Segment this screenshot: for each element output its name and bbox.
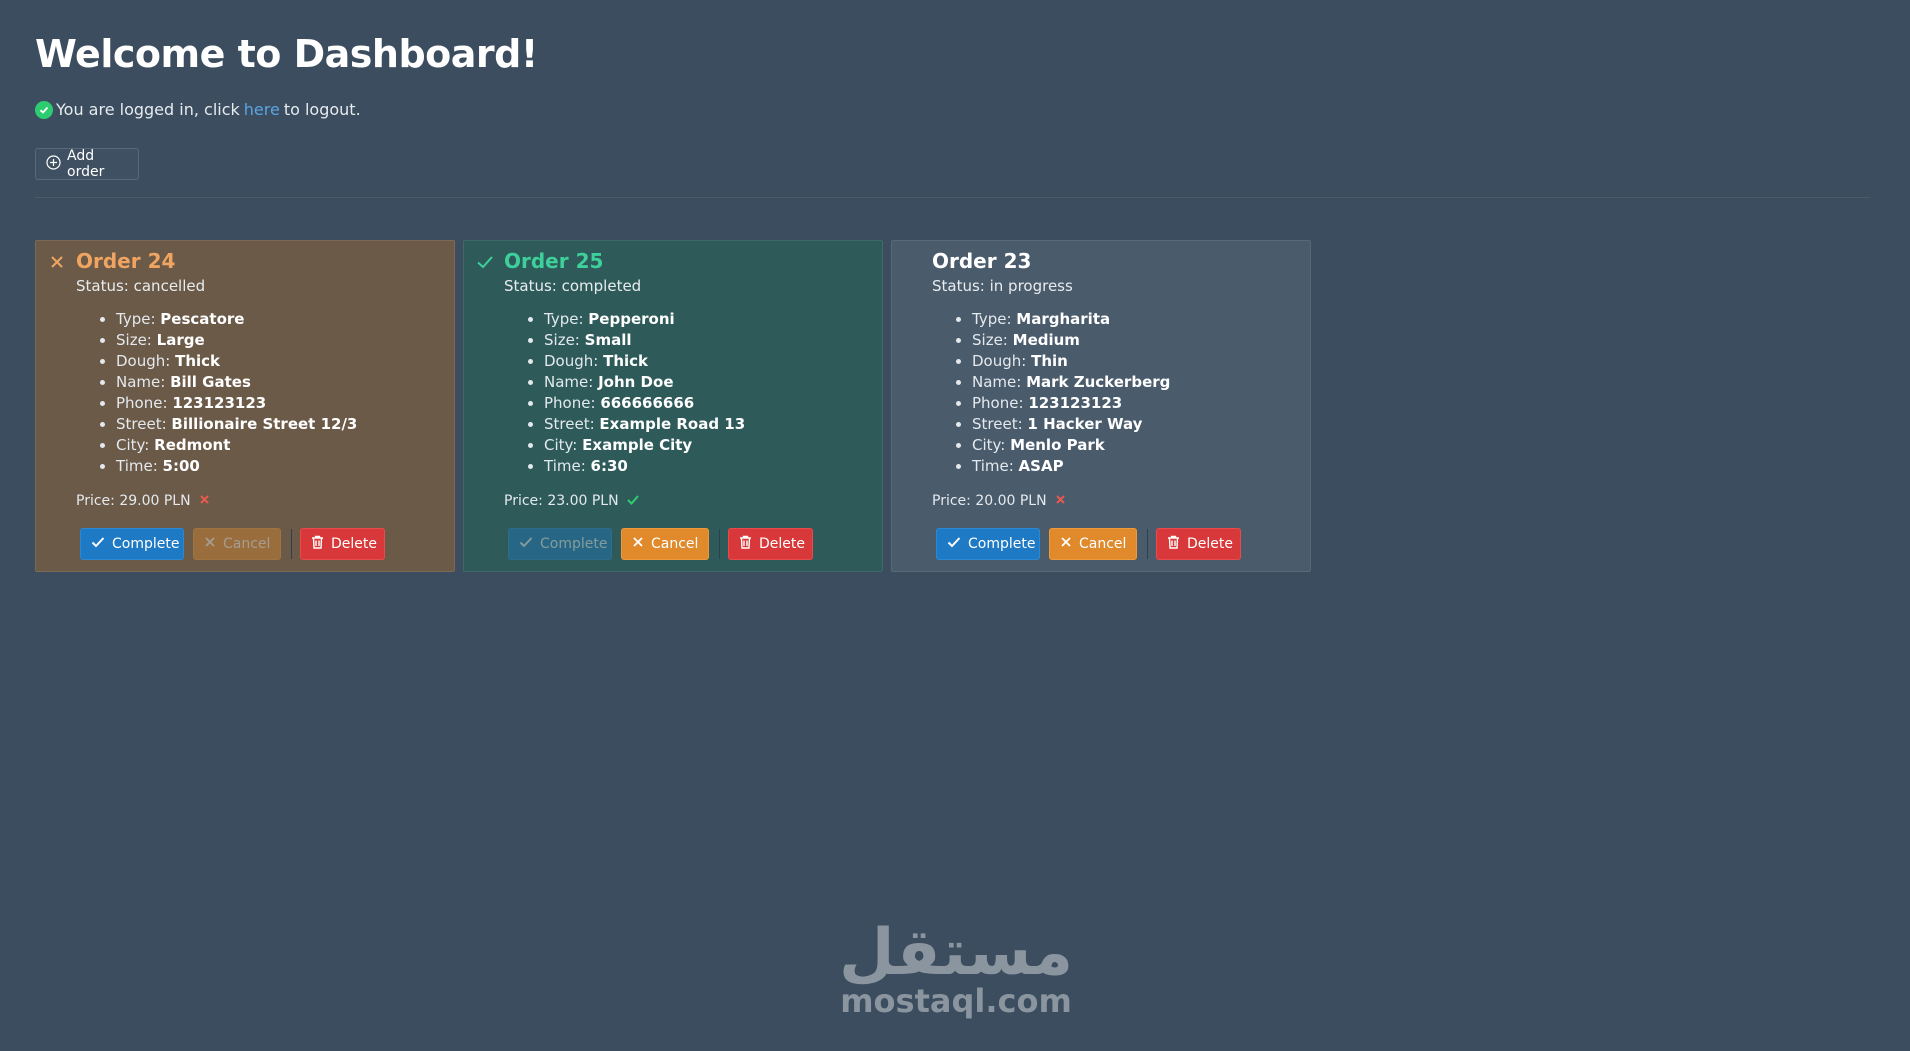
divider (35, 197, 1870, 198)
detail-city: City: Menlo Park (972, 435, 1170, 456)
order-details: Type: Margharita Size: Medium Dough: Thi… (972, 309, 1170, 477)
order-status: Status: completed (504, 277, 642, 295)
delete-label: Delete (759, 536, 805, 552)
order-status: Status: cancelled (76, 277, 206, 295)
order-title: Order 25 (504, 249, 604, 273)
check-icon (519, 535, 533, 553)
order-title: Order 23 (932, 249, 1032, 273)
login-status-suffix: to logout. (283, 100, 361, 119)
check-icon (91, 535, 105, 553)
detail-time: Time: 6:30 (544, 456, 745, 477)
close-icon (204, 536, 216, 552)
detail-time: Time: ASAP (972, 456, 1170, 477)
cancel-label: Cancel (1079, 536, 1127, 552)
logout-link[interactable]: here (244, 100, 280, 119)
watermark-latin: mostaql.com (840, 982, 1072, 1020)
complete-label: Complete (540, 536, 608, 552)
watermark-arabic: مستقل (838, 916, 1074, 990)
add-order-label: Add order (67, 148, 105, 180)
cancel-button[interactable]: Cancel (1049, 528, 1137, 560)
paid-check-icon (626, 493, 639, 509)
delete-button[interactable]: Delete (300, 528, 385, 560)
detail-name: Name: John Doe (544, 372, 745, 393)
detail-name: Name: Mark Zuckerberg (972, 372, 1170, 393)
page-title: Welcome to Dashboard! (35, 32, 538, 76)
price-label: Price: 20.00 PLN (932, 493, 1047, 509)
order-card: Order 25 Status: completed Type: Peppero… (463, 240, 883, 572)
detail-type: Type: Margharita (972, 309, 1170, 330)
detail-dough: Dough: Thick (116, 351, 357, 372)
detail-phone: Phone: 123123123 (972, 393, 1170, 414)
price-label: Price: 29.00 PLN (76, 493, 191, 509)
watermark-logo: مستقل mostaql.com (838, 918, 1074, 1020)
login-status: You are logged in, click here to logout. (35, 100, 361, 119)
button-separator (1147, 529, 1148, 559)
trash-icon (1167, 535, 1180, 553)
button-separator (719, 529, 720, 559)
unpaid-x-icon (1055, 493, 1066, 509)
order-card: Order 24 Status: cancelled Type: Pescato… (35, 240, 455, 572)
order-title: Order 24 (76, 249, 176, 273)
cancel-button[interactable]: Cancel (621, 528, 709, 560)
close-icon (1060, 536, 1072, 552)
check-circle-icon (35, 100, 53, 119)
cancel-label: Cancel (651, 536, 699, 552)
close-icon (48, 253, 66, 271)
detail-time: Time: 5:00 (116, 456, 357, 477)
detail-dough: Dough: Thin (972, 351, 1170, 372)
add-order-button[interactable]: Add order (35, 148, 139, 180)
order-details: Type: Pepperoni Size: Small Dough: Thick… (544, 309, 745, 477)
check-icon (947, 535, 961, 553)
detail-size: Size: Small (544, 330, 745, 351)
detail-city: City: Example City (544, 435, 745, 456)
check-icon (476, 253, 494, 271)
login-status-prefix: You are logged in, click (56, 100, 240, 119)
order-price: Price: 23.00 PLN (504, 493, 639, 509)
cancel-button[interactable]: Cancel (193, 528, 281, 560)
detail-dough: Dough: Thick (544, 351, 745, 372)
complete-button[interactable]: Complete (936, 528, 1040, 560)
detail-city: City: Redmont (116, 435, 357, 456)
trash-icon (311, 535, 324, 553)
price-label: Price: 23.00 PLN (504, 493, 619, 509)
trash-icon (739, 535, 752, 553)
close-icon (632, 536, 644, 552)
complete-label: Complete (112, 536, 180, 552)
delete-label: Delete (1187, 536, 1233, 552)
detail-street: Street: Example Road 13 (544, 414, 745, 435)
detail-type: Type: Pescatore (116, 309, 357, 330)
detail-phone: Phone: 123123123 (116, 393, 357, 414)
delete-button[interactable]: Delete (1156, 528, 1241, 560)
order-price: Price: 29.00 PLN (76, 493, 210, 509)
delete-label: Delete (331, 536, 377, 552)
detail-street: Street: 1 Hacker Way (972, 414, 1170, 435)
order-details: Type: Pescatore Size: Large Dough: Thick… (116, 309, 357, 477)
detail-name: Name: Bill Gates (116, 372, 357, 393)
detail-phone: Phone: 666666666 (544, 393, 745, 414)
detail-size: Size: Medium (972, 330, 1170, 351)
unpaid-x-icon (199, 493, 210, 509)
complete-button[interactable]: Complete (80, 528, 184, 560)
complete-label: Complete (968, 536, 1036, 552)
complete-button[interactable]: Complete (508, 528, 612, 560)
button-separator (291, 529, 292, 559)
detail-type: Type: Pepperoni (544, 309, 745, 330)
order-price: Price: 20.00 PLN (932, 493, 1066, 509)
delete-button[interactable]: Delete (728, 528, 813, 560)
detail-size: Size: Large (116, 330, 357, 351)
plus-circle-icon (46, 154, 61, 174)
order-card: Order 23 Status: in progress Type: Margh… (891, 240, 1311, 572)
cancel-label: Cancel (223, 536, 271, 552)
detail-street: Street: Billionaire Street 12/3 (116, 414, 357, 435)
order-status: Status: in progress (932, 277, 1073, 295)
